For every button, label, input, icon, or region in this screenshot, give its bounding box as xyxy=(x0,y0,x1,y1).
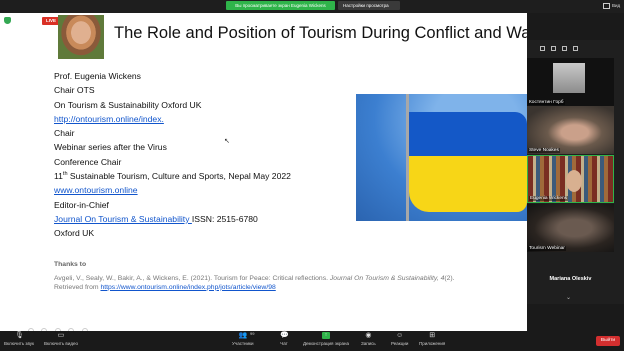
zoom-window: Вы просматриваете экран Eugenia Wickens … xyxy=(0,0,624,351)
view-button[interactable]: Вид xyxy=(612,3,620,8)
view-options-button[interactable]: Настройки просмотра xyxy=(338,1,400,10)
participant-tile[interactable]: Tourism Webinar xyxy=(527,204,614,252)
speaker-view-icon[interactable] xyxy=(562,46,567,51)
info-line: Prof. Eugenia Wickens xyxy=(54,71,141,81)
leave-button[interactable]: Выйти xyxy=(596,336,620,346)
apps-button[interactable]: ⊞ Приложения xyxy=(419,332,445,346)
ref-title: Tourism for Peace: Critical reflections. xyxy=(212,275,330,282)
participants-count: 99 xyxy=(250,331,255,336)
ref-authors: Avgeli, V., Sealy, W., Bakir, A., & Wick… xyxy=(54,275,213,282)
view-grid-icon xyxy=(603,3,610,9)
unmute-label: Включить звук xyxy=(4,341,35,346)
journal-link[interactable]: Journal On Tourism & Sustainability xyxy=(54,214,192,224)
flag-yellow-stripe xyxy=(409,156,527,212)
share-screen-icon: ↑ xyxy=(321,332,330,339)
expand-icon[interactable] xyxy=(573,46,578,51)
participant-name: Костянтин Горб xyxy=(528,100,565,105)
reference-citation: Avgeli, V., Sealy, W., Bakir, A., & Wick… xyxy=(54,275,524,292)
record-label: Запись xyxy=(361,341,376,346)
ref-issue: (2). xyxy=(444,275,455,282)
minimize-icon[interactable] xyxy=(540,46,545,51)
chat-label: Чат xyxy=(280,341,288,346)
apps-label: Приложения xyxy=(419,341,446,346)
shield-icon[interactable] xyxy=(4,17,11,24)
shared-slide: LIVE YouTube The Role and Position of To… xyxy=(0,13,527,331)
presenter-info: Prof. Eugenia Wickens Chair OTS On Touri… xyxy=(54,69,291,241)
ref-retrieved: Retrieved from xyxy=(54,283,101,291)
share-screen-label: Демонстрация экрана xyxy=(303,341,349,346)
info-line: Webinar series after the Virus xyxy=(54,142,167,153)
participant-name: Tourism Webinar xyxy=(528,246,566,251)
reactions-label: Реакции xyxy=(391,341,409,346)
chevron-down-icon[interactable]: ⌄ xyxy=(566,294,571,301)
meeting-controls: 🎙 Включить звук ▭ Включить видео 👥 Участ… xyxy=(0,331,624,351)
participant-name: Steve Noakes xyxy=(528,148,560,153)
slide-toolbar xyxy=(28,321,148,331)
ukraine-flag-image xyxy=(356,94,527,221)
presenter-photo xyxy=(58,15,104,59)
participant-tile-active[interactable]: Eugenia Wickens xyxy=(527,155,614,203)
video-off-icon: ▭ xyxy=(57,332,65,339)
chat-button[interactable]: 💬 Чат xyxy=(280,332,289,346)
reactions-icon: ☺ xyxy=(396,332,404,339)
participants-label: Участники xyxy=(232,341,254,346)
participant-tile[interactable]: Костянтин Горб xyxy=(527,58,614,106)
conference-number: 11 xyxy=(54,171,63,182)
participant-name: Eugenia Wickens xyxy=(529,196,569,201)
participants-icon: 👥 xyxy=(238,332,248,339)
info-line: Conference Chair xyxy=(54,156,122,167)
slide-title: The Role and Position of Tourism During … xyxy=(114,24,527,42)
ontourism-index-link[interactable]: http://ontourism.online/index. xyxy=(54,112,291,126)
participant-tile[interactable]: Steve Noakes xyxy=(527,106,614,154)
record-icon: ◉ xyxy=(365,332,372,339)
issn-text: ISSN: 2515-6780 xyxy=(191,213,258,224)
info-line: 11th Sustainable Tourism, Culture and Sp… xyxy=(54,169,291,183)
gallery-icon[interactable] xyxy=(551,46,556,51)
info-line: Chair OTS xyxy=(54,85,95,96)
apps-icon: ⊞ xyxy=(429,332,436,339)
unmute-button[interactable]: 🎙 Включить звук xyxy=(4,332,34,346)
ref-journal: Journal On Tourism & Sustainability, 4 xyxy=(329,275,445,282)
share-screen-button[interactable]: ↑ Демонстрация экрана xyxy=(303,332,349,346)
mouse-cursor-icon: ↖ xyxy=(224,138,230,145)
info-line: Journal On Tourism & Sustainability ISSN… xyxy=(54,212,291,226)
record-button[interactable]: ◉ Запись xyxy=(361,332,376,346)
conference-title: Sustainable Tourism, Culture and Sports,… xyxy=(67,171,291,182)
chat-icon: 💬 xyxy=(280,332,289,339)
info-line: Oxford UK xyxy=(54,228,95,239)
thanks-heading: Thanks to xyxy=(54,261,87,268)
participant-panel: Костянтин Горб Steve Noakes Eugenia Wick… xyxy=(527,40,624,304)
start-video-label: Включить видео xyxy=(44,341,78,346)
info-line: Chair xyxy=(54,128,75,139)
microphone-muted-icon: 🎙 xyxy=(15,332,24,339)
panel-controls xyxy=(527,44,624,54)
screen-share-banner: Вы просматриваете экран Eugenia Wickens xyxy=(226,1,335,10)
info-line: On Tourism & Sustainability Oxford UK xyxy=(54,99,202,110)
info-line: Editor-in-Chief xyxy=(54,199,109,210)
participant-face xyxy=(566,170,582,192)
reactions-button[interactable]: ☺ Реакции xyxy=(391,332,408,346)
ontourism-online-link[interactable]: www.ontourism.online xyxy=(54,183,291,197)
top-bar: Вы просматриваете экран Eugenia Wickens … xyxy=(0,0,624,13)
active-speaker-name: Mariana Oleskiv xyxy=(549,276,592,282)
start-video-button[interactable]: ▭ Включить видео xyxy=(44,332,78,346)
participant-thumbnail xyxy=(553,63,585,93)
ref-url-link[interactable]: https://www.ontourism.online/index.php/j… xyxy=(100,284,275,291)
